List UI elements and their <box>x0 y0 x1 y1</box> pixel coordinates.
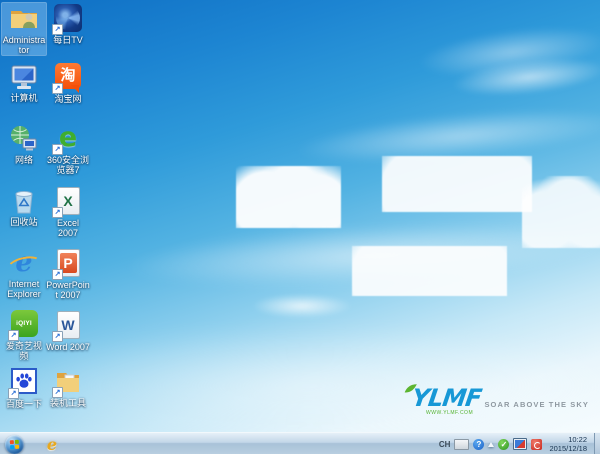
ie-e-icon: e <box>46 434 58 454</box>
baidu-paw-icon: ↗ <box>8 368 39 399</box>
system-tray: CH ? ✓ 10:22 2015/12/18 <box>439 433 600 454</box>
desktop-icon-network[interactable]: 网络 <box>2 123 46 165</box>
desktop-icon-recycle-bin[interactable]: 回收站 <box>2 185 46 227</box>
desktop-wallpaper: Administrator ↗ 每日TV 计算机 淘 ↗ 淘宝网 网络 e ↗ … <box>0 0 600 446</box>
help-icon[interactable]: ? <box>473 438 485 450</box>
excel-icon: X ↗ <box>52 187 83 218</box>
desktop-icon-baidu[interactable]: ↗ 百度一下 <box>2 366 46 409</box>
360-browser-icon: e ↗ <box>52 124 83 155</box>
cloud <box>522 176 600 248</box>
desktop-icon-computer[interactable]: 计算机 <box>2 61 46 103</box>
icon-label: 回收站 <box>10 217 38 227</box>
user-folder-icon <box>9 4 39 34</box>
internet-explorer-icon: e <box>9 248 39 278</box>
shortcut-arrow-icon: ↗ <box>8 330 19 341</box>
icon-label: 装机工具 <box>49 398 86 408</box>
show-desktop-button[interactable] <box>594 433 600 454</box>
tray-monitor-icon[interactable] <box>513 438 528 450</box>
cloud <box>123 213 600 297</box>
clock[interactable]: 10:22 2015/12/18 <box>546 435 590 453</box>
language-indicator[interactable]: CH <box>439 440 451 449</box>
cloud <box>293 99 600 173</box>
icon-label: 360安全浏览器7 <box>46 155 90 175</box>
security-check-icon[interactable]: ✓ <box>498 438 510 450</box>
icon-label: Excel 2007 <box>56 218 79 238</box>
word-icon: W ↗ <box>52 311 83 342</box>
icon-label: 淘宝网 <box>54 94 82 104</box>
ie-taskbar-button[interactable]: e <box>40 433 64 454</box>
desktop-icon-administrator[interactable]: Administrator <box>1 2 47 56</box>
shortcut-arrow-icon: ↗ <box>8 388 19 399</box>
iqiyi-icon: iQIYI ↗ <box>8 310 39 341</box>
desktop-icon-internet-explorer[interactable]: e Internet Explorer <box>2 247 46 299</box>
desktop-icon-360-browser[interactable]: e ↗ 360安全浏览器7 <box>46 123 90 176</box>
screen: Administrator ↗ 每日TV 计算机 淘 ↗ 淘宝网 网络 e ↗ … <box>0 0 600 454</box>
computer-icon <box>9 62 39 92</box>
start-button[interactable] <box>4 434 24 454</box>
cloud <box>416 18 600 86</box>
folder-icon: ↗ <box>52 367 83 398</box>
icon-label: 爱奇艺视频 <box>5 341 42 361</box>
desktop-icon-setup-tools[interactable]: ↗ 装机工具 <box>46 366 90 408</box>
clock-date: 2015/12/18 <box>549 444 587 453</box>
desktop-icon-iqiyi[interactable]: iQIYI ↗ 爱奇艺视频 <box>2 309 46 361</box>
keyboard-icon[interactable] <box>454 438 470 450</box>
shortcut-arrow-icon: ↗ <box>52 207 63 218</box>
logo-tagline: SOAR ABOVE THE SKY <box>484 400 589 409</box>
cloud <box>450 51 600 103</box>
cloud <box>236 166 341 228</box>
shortcut-arrow-icon: ↗ <box>52 269 63 280</box>
windows-orb-icon <box>4 434 24 454</box>
shortcut-arrow-icon: ↗ <box>52 144 63 155</box>
desktop-icon-excel[interactable]: X ↗ Excel 2007 <box>46 185 90 238</box>
recycle-bin-icon <box>9 186 39 216</box>
cloud <box>252 294 352 318</box>
cloud <box>382 156 532 212</box>
desktop-icon-powerpoint[interactable]: P ↗ PowerPoint 2007 <box>46 247 90 300</box>
shortcut-arrow-icon: ↗ <box>52 387 63 398</box>
cloud <box>352 246 507 296</box>
icon-label: 计算机 <box>10 93 38 103</box>
icon-label: 百度一下 <box>5 399 42 409</box>
desktop-icon-meiri-tv[interactable]: ↗ 每日TV <box>46 3 90 45</box>
icon-label: Administrator <box>2 35 46 55</box>
taobao-icon: 淘 ↗ <box>52 63 83 94</box>
logo-wordmark: YLMF <box>409 384 483 412</box>
powerpoint-icon: P ↗ <box>52 249 83 280</box>
desktop-icon-taobao[interactable]: 淘 ↗ 淘宝网 <box>46 61 90 104</box>
icon-label: Word 2007 <box>46 342 90 352</box>
shortcut-arrow-icon: ↗ <box>52 83 63 94</box>
icon-label: PowerPoint 2007 <box>46 280 90 300</box>
clock-time: 10:22 <box>568 435 587 444</box>
meiri-tv-icon: ↗ <box>52 4 83 35</box>
shortcut-arrow-icon: ↗ <box>52 24 63 35</box>
ylmf-logo: YLMF SOAR ABOVE THE SKY WWW.YLMF.COM <box>404 382 589 416</box>
icon-label: 每日TV <box>53 35 83 45</box>
hidden-icons-chevron-icon[interactable] <box>488 441 495 447</box>
network-icon <box>9 124 39 154</box>
desktop-icon-word[interactable]: W ↗ Word 2007 <box>46 309 90 352</box>
icon-label: Internet Explorer <box>7 279 41 299</box>
shortcut-arrow-icon: ↗ <box>52 331 63 342</box>
tray-red-icon[interactable] <box>531 438 543 450</box>
icon-label: 网络 <box>14 155 33 165</box>
taskbar: e CH ? ✓ 10:22 2015/12/18 <box>0 432 600 454</box>
